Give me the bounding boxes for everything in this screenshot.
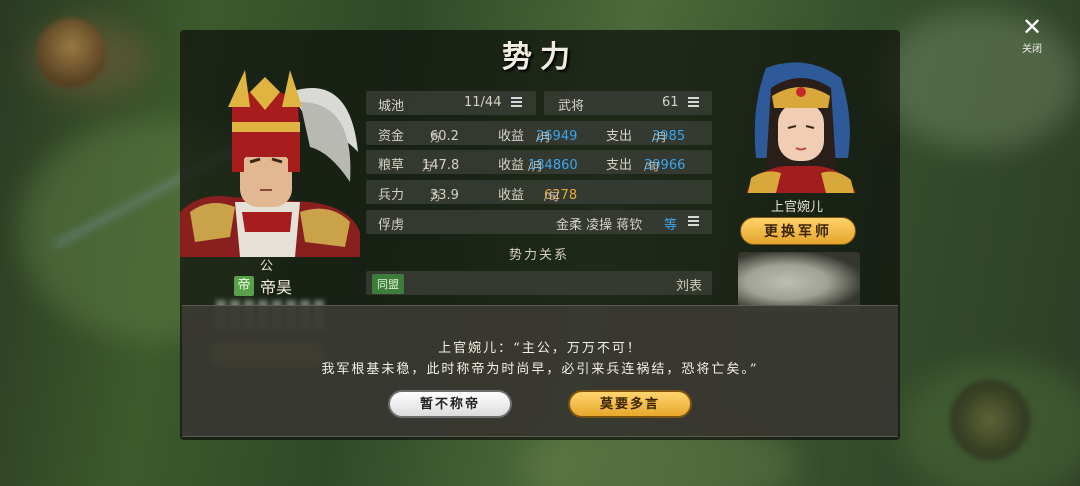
change-advisor-button[interactable]: 更换军师	[740, 217, 856, 245]
ally-tag: 同盟	[372, 274, 404, 294]
stat-food: 粮草 147.8 万 收益 184860/月 支出 39966/旬	[366, 150, 712, 174]
captives-more: 等	[664, 218, 678, 233]
relation-row[interactable]: 同盟 刘表	[366, 271, 712, 295]
food-expense-label: 支出	[606, 158, 633, 173]
troops-income-unit: /旬	[544, 190, 559, 203]
troops-income-label: 收益	[498, 188, 525, 203]
generals-value: 61	[662, 95, 679, 110]
stat-cities: 城池 11/44	[366, 91, 536, 115]
ruler-portrait	[180, 62, 360, 257]
ruler-rank: 公	[260, 259, 274, 274]
food-unit: 万	[422, 160, 433, 173]
confirmation-dialog: 上官婉儿：“主公，万万不可！ 我军根基未稳，此时称帝为时尚早，必引来兵连祸结，恐…	[182, 305, 898, 437]
close-icon: ✕	[1021, 13, 1043, 41]
ruler-name-row: 帝 帝昊	[234, 274, 292, 298]
dialog-line-1: 上官婉儿：“主公，万万不可！	[438, 341, 642, 356]
generals-list-icon[interactable]	[688, 97, 699, 107]
food-label: 粮草	[378, 158, 405, 173]
ruler-name: 帝昊	[260, 278, 293, 297]
stat-generals: 武将 61	[544, 91, 712, 115]
food-income-unit: /月	[528, 160, 543, 173]
close-label: 关闭	[1022, 44, 1042, 55]
emperor-tag: 帝	[234, 276, 254, 296]
relation-faction-name: 刘表	[675, 279, 702, 294]
action-button-blurred	[950, 380, 1030, 460]
food-expense-unit: /旬	[644, 160, 659, 173]
generals-label: 武将	[558, 99, 585, 114]
stat-funds: 资金 60.2 万 收益 26949/月 支出 3985/月	[366, 121, 712, 145]
confirm-button[interactable]: 莫要多言	[568, 390, 692, 418]
cities-value: 11/44	[464, 95, 502, 110]
cities-label: 城池	[378, 99, 405, 114]
captives-label: 俘虏	[378, 218, 405, 233]
cities-list-icon[interactable]	[511, 97, 522, 107]
funds-unit: 万	[430, 131, 441, 144]
funds-income-unit: /月	[536, 131, 551, 144]
dialog-line-2: 我军根基未稳，此时称帝为时尚早，必引来兵连祸结，恐将亡矣。”	[321, 362, 759, 377]
food-income-label: 收益	[498, 158, 525, 173]
stat-troops: 兵力 33.9 万 收益 6278/旬	[366, 180, 712, 204]
advisor-name: 上官婉儿	[770, 200, 823, 215]
decline-emperor-button[interactable]: 暂不称帝	[388, 390, 512, 418]
captives-list-icon[interactable]	[688, 216, 699, 226]
close-button[interactable]: ✕ 关闭	[1010, 14, 1054, 64]
captives-names: 金柔 凌操 蒋钦	[556, 218, 643, 233]
relations-title: 势力关系	[508, 248, 569, 263]
stat-captives: 俘虏 金柔 凌操 蒋钦 等	[366, 210, 712, 234]
minimap	[738, 252, 860, 312]
funds-label: 资金	[378, 129, 405, 144]
funds-expense-label: 支出	[606, 129, 633, 144]
funds-income-label: 收益	[498, 129, 525, 144]
troops-unit: 万	[430, 190, 441, 203]
troops-label: 兵力	[378, 188, 405, 203]
page-title: 势力	[502, 40, 578, 75]
advisor-portrait	[736, 58, 866, 193]
funds-expense-unit: /月	[652, 131, 667, 144]
